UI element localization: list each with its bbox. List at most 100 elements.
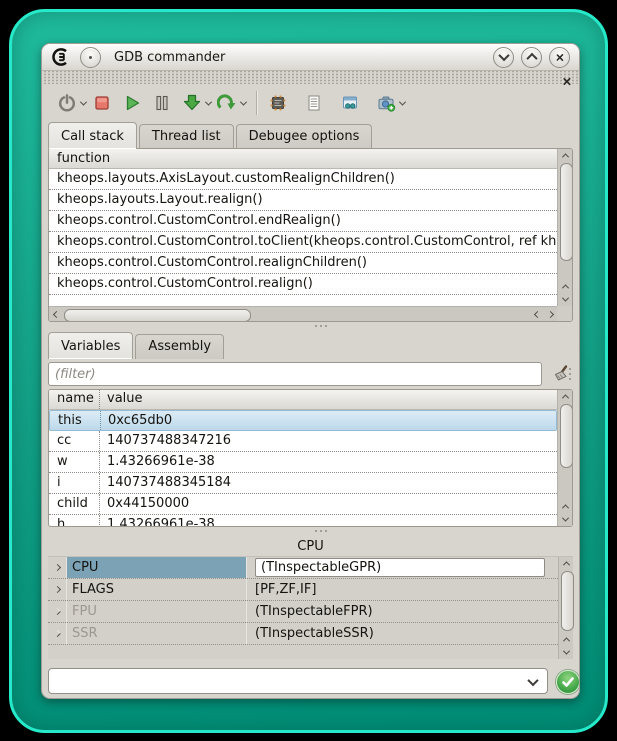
tab-thread-list[interactable]: Thread list — [139, 124, 234, 149]
call-stack-row[interactable]: kheops.control.CustomControl.toClient(kh… — [49, 232, 557, 253]
cpu-row-selected[interactable]: CPU (TInspectableGPR) — [48, 557, 558, 579]
variable-row[interactable]: h 1.43266961e-38 — [49, 515, 557, 527]
cpu-view-button[interactable] — [266, 90, 290, 116]
call-stack-row[interactable]: kheops.control.CustomControl.realignChil… — [49, 253, 557, 274]
variables-panel: name value this 0xc65db0 cc 140737488347… — [48, 389, 573, 527]
splitter-handle[interactable] — [311, 528, 331, 534]
splitter-handle[interactable] — [311, 323, 331, 329]
call-stack-column-header[interactable]: function — [49, 149, 557, 169]
scrollbar-thumb[interactable] — [560, 163, 573, 261]
scroll-up-icon[interactable] — [561, 394, 568, 401]
watch-window-icon — [340, 93, 360, 113]
variable-row[interactable]: cc 140737488347216 — [49, 431, 557, 452]
command-bar — [48, 666, 573, 696]
step-over-button[interactable] — [215, 90, 239, 116]
command-combobox[interactable] — [48, 668, 548, 694]
variable-row-selected[interactable]: this 0xc65db0 — [49, 410, 557, 431]
watch-window-button[interactable] — [338, 90, 362, 116]
call-stack-row[interactable]: kheops.layouts.Layout.realign() — [49, 190, 557, 211]
register-group-name: FPU — [67, 601, 247, 622]
scroll-right-icon[interactable] — [546, 311, 553, 318]
variable-name: this — [50, 411, 101, 430]
call-stack-horizontal-scrollbar[interactable] — [49, 306, 557, 321]
expand-chevron-icon[interactable] — [48, 579, 67, 600]
scroll-up-icon[interactable] — [561, 284, 568, 291]
expand-chevron-icon[interactable] — [48, 601, 67, 622]
call-stack-row[interactable]: kheops.control.CustomControl.endRealign(… — [49, 211, 557, 232]
combo-dropdown-chevron[interactable] — [527, 675, 538, 686]
titlebar[interactable]: GDB commander — [42, 44, 579, 71]
scroll-up-icon[interactable] — [561, 504, 568, 511]
dock-handle[interactable] — [42, 71, 579, 84]
snapshot-button[interactable] — [374, 90, 398, 116]
menu-dot-icon — [89, 56, 92, 59]
expand-chevron-icon[interactable] — [48, 623, 67, 644]
stop-button[interactable] — [90, 90, 114, 116]
scroll-up-icon[interactable] — [562, 637, 569, 644]
call-stack-panel: function kheops.layouts.AxisLayout.custo… — [48, 148, 573, 322]
cpu-row-disabled[interactable]: SSR (TInspectableSSR) — [48, 623, 558, 645]
check-icon — [557, 671, 579, 693]
variables-header[interactable]: name value — [49, 390, 557, 410]
scroll-down-icon[interactable] — [562, 648, 569, 655]
snapshot-dropdown-chevron[interactable] — [399, 98, 406, 105]
pause-button[interactable] — [150, 90, 174, 116]
variable-value: 1.43266961e-38 — [100, 515, 215, 527]
register-group-value-editor[interactable]: (TInspectableGPR) — [255, 558, 545, 577]
call-stack-vertical-scrollbar[interactable] — [557, 149, 572, 306]
variable-row[interactable]: i 140737488345184 — [49, 473, 557, 494]
column-name[interactable]: name — [49, 390, 100, 409]
confirm-button[interactable] — [556, 670, 580, 694]
variable-value: 140737488345184 — [100, 473, 231, 493]
cpu-vertical-scrollbar[interactable] — [558, 557, 573, 659]
tab-debugee-options[interactable]: Debugee options — [236, 124, 373, 149]
scroll-left-icon[interactable] — [533, 311, 540, 318]
column-value[interactable]: value — [100, 390, 143, 409]
variable-name: w — [49, 452, 100, 472]
tab-assembly[interactable]: Assembly — [135, 334, 224, 359]
output-button[interactable] — [302, 90, 326, 116]
scrollbar-thumb[interactable] — [561, 571, 574, 631]
tab-variables[interactable]: Variables — [48, 332, 133, 359]
scrollbar-thumb[interactable] — [64, 309, 251, 322]
document-icon — [304, 93, 324, 113]
step-into-button[interactable] — [180, 90, 204, 116]
close-button[interactable] — [549, 47, 570, 68]
shade-down-button[interactable] — [493, 47, 514, 68]
variable-value: 0xc65db0 — [101, 411, 172, 430]
power-icon — [57, 93, 77, 113]
cpu-row[interactable]: FLAGS [PF,ZF,IF] — [48, 579, 558, 601]
device-frame: GDB commander — [9, 9, 608, 733]
debug-toolbar — [42, 84, 579, 122]
variable-row[interactable]: w 1.43266961e-38 — [49, 452, 557, 473]
scrollbar-thumb[interactable] — [560, 404, 573, 468]
filter-toolbar — [48, 361, 573, 389]
scroll-left-icon[interactable] — [52, 311, 59, 318]
scroll-up-icon[interactable] — [561, 153, 568, 160]
scroll-up-icon[interactable] — [562, 561, 569, 568]
variable-row[interactable]: child 0x44150000 — [49, 494, 557, 515]
call-stack-row[interactable]: kheops.layouts.AxisLayout.customRealignC… — [49, 169, 557, 190]
close-icon — [555, 53, 564, 62]
run-button[interactable] — [120, 90, 144, 116]
scroll-down-icon[interactable] — [561, 295, 568, 302]
register-group-name: FLAGS — [67, 579, 247, 600]
window-menu-button[interactable] — [80, 47, 101, 68]
command-input[interactable] — [53, 670, 517, 694]
filter-input[interactable] — [48, 362, 542, 386]
step-into-dropdown-chevron[interactable] — [205, 98, 212, 105]
step-over-dropdown-chevron[interactable] — [240, 98, 247, 105]
variable-value: 1.43266961e-38 — [100, 452, 215, 472]
variables-vertical-scrollbar[interactable] — [557, 390, 572, 526]
scroll-down-icon[interactable] — [561, 515, 568, 522]
cpu-row-disabled[interactable]: FPU (TInspectableFPR) — [48, 601, 558, 623]
app-logo-icon — [51, 47, 71, 67]
call-stack-row[interactable]: kheops.control.CustomControl.realign() — [49, 274, 557, 295]
power-button[interactable] — [55, 90, 79, 116]
screenshot-root: { "window": { "title": "GDB commander", … — [0, 0, 617, 741]
shade-up-button[interactable] — [521, 47, 542, 68]
expand-chevron-icon[interactable] — [48, 557, 67, 578]
power-dropdown-chevron[interactable] — [80, 98, 87, 105]
filter-grip[interactable] — [567, 365, 573, 383]
tab-call-stack[interactable]: Call stack — [48, 122, 137, 149]
